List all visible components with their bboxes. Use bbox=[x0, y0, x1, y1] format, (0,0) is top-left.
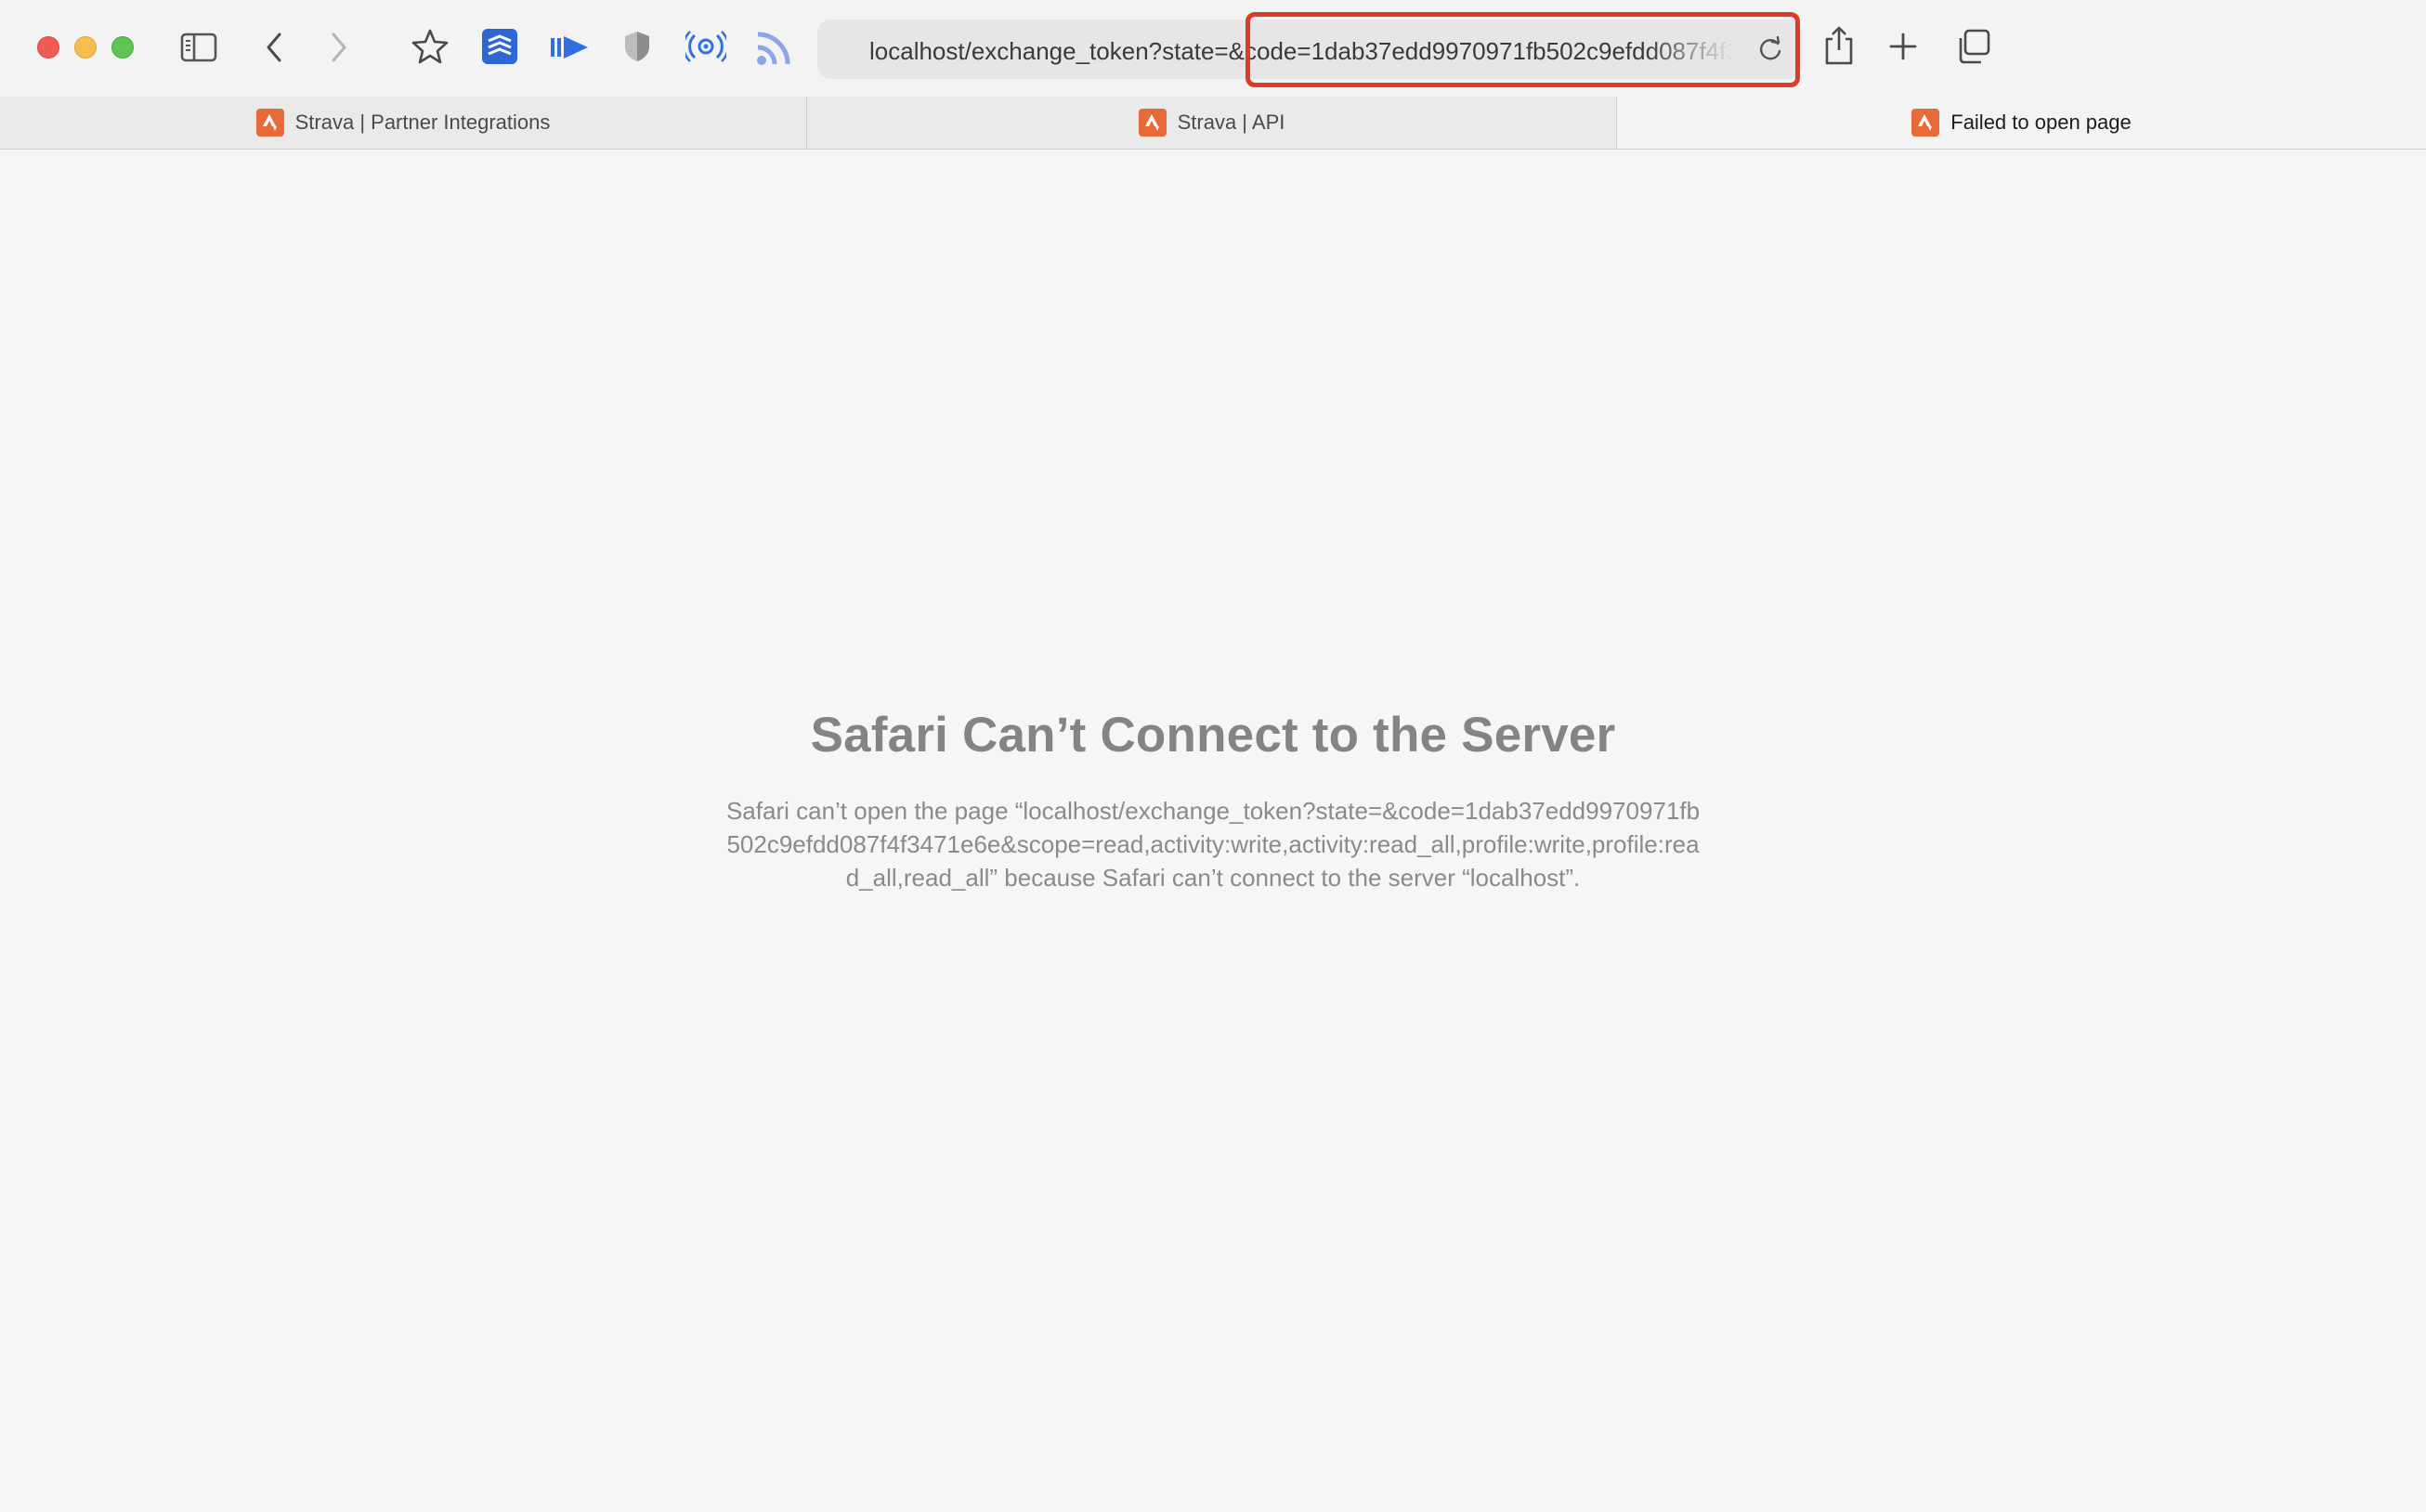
strava-icon bbox=[255, 109, 284, 137]
browser-toolbar: localhost/exchange_token?state=&code=1da… bbox=[0, 0, 2426, 98]
tab-strava-partner-integrations[interactable]: Strava | Partner Integrations bbox=[0, 97, 807, 149]
minimize-window-button[interactable] bbox=[74, 36, 97, 59]
maximize-window-button[interactable] bbox=[111, 36, 134, 59]
tab-overview-icon[interactable] bbox=[1954, 28, 1991, 65]
tab-bar: Strava | Partner Integrations Strava | A… bbox=[0, 97, 2426, 150]
tab-strava-api[interactable]: Strava | API bbox=[807, 97, 1617, 149]
tab-label: Failed to open page bbox=[1950, 111, 2132, 134]
share-icon[interactable] bbox=[1822, 24, 1856, 67]
new-tab-icon[interactable] bbox=[1887, 30, 1919, 63]
tab-label: Strava | API bbox=[1177, 111, 1285, 134]
bookmark-star-icon[interactable] bbox=[411, 28, 450, 65]
page-content: Safari Can’t Connect to the Server Safar… bbox=[0, 150, 2426, 1512]
strava-icon bbox=[1138, 109, 1167, 137]
tab-failed-to-open-page[interactable]: Failed to open page bbox=[1617, 97, 2426, 149]
tab-label: Strava | Partner Integrations bbox=[294, 111, 551, 134]
rss-icon[interactable] bbox=[754, 28, 795, 67]
back-icon[interactable] bbox=[260, 30, 288, 65]
strava-icon bbox=[1911, 109, 1940, 137]
sidebar-icon[interactable] bbox=[178, 30, 219, 65]
error-title: Safari Can’t Connect to the Server bbox=[810, 708, 1616, 763]
readwise-icon[interactable] bbox=[548, 32, 591, 63]
todoist-icon[interactable] bbox=[481, 28, 518, 65]
close-window-button[interactable] bbox=[37, 36, 59, 59]
ear-icon[interactable] bbox=[685, 28, 726, 65]
forward-icon[interactable] bbox=[325, 30, 353, 65]
highlight-annotation-box bbox=[1246, 12, 1800, 87]
privacy-shield-icon[interactable] bbox=[620, 28, 654, 65]
error-message: Safari can’t open the page “localhost/ex… bbox=[725, 797, 1701, 892]
